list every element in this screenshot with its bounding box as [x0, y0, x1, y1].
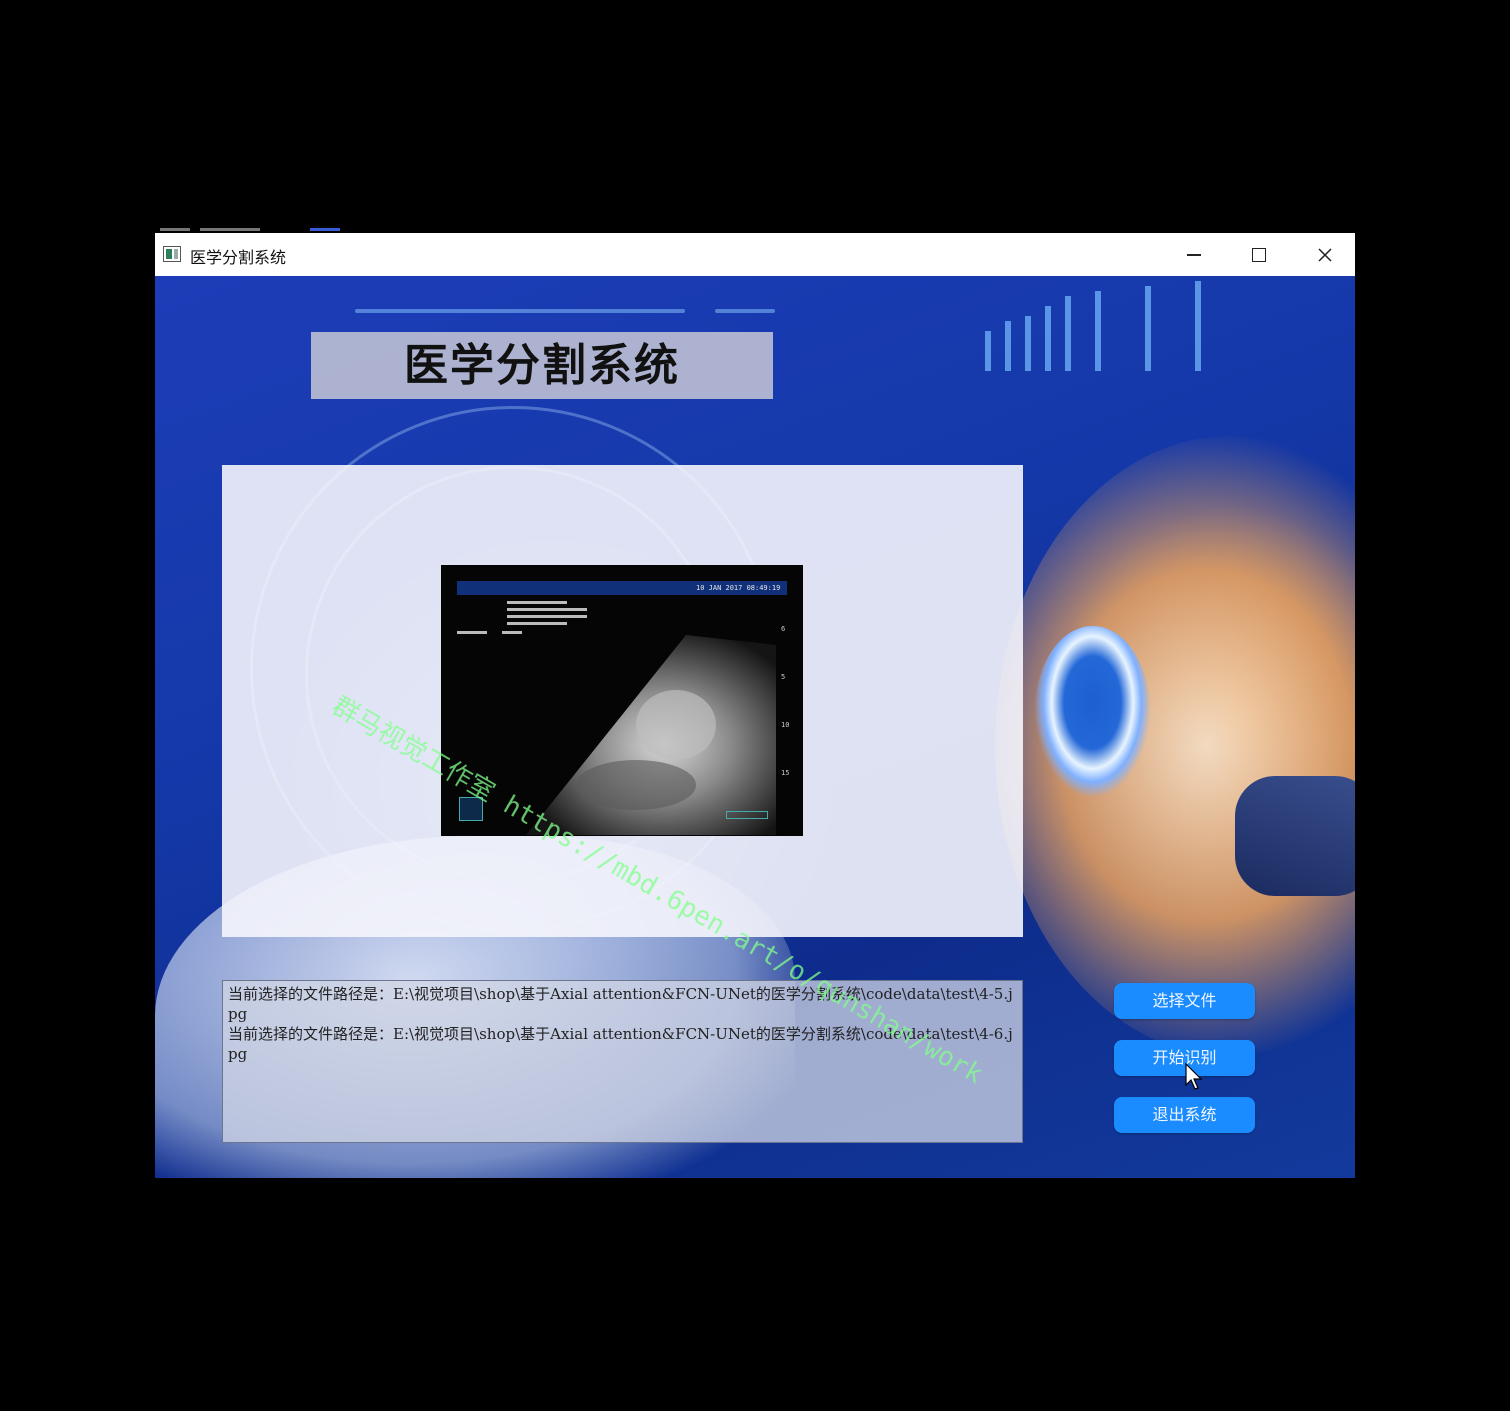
app-icon	[163, 246, 181, 262]
mouse-cursor-icon	[1185, 1063, 1203, 1090]
select-file-button[interactable]: 选择文件	[1114, 983, 1255, 1019]
top-strip	[160, 226, 360, 233]
title-bar: 医学分割系统	[155, 233, 1355, 276]
page-title: 医学分割系统	[404, 340, 680, 391]
ultrasound-timestamp: 10 JAN 2017 08:49:19	[696, 584, 781, 592]
maximize-icon[interactable]	[1227, 233, 1291, 276]
ultrasound-fan	[526, 635, 776, 835]
app-window: 医学分割系统 医学分割系统 10 JAN 2017 08:49:19 6 5 1…	[155, 233, 1355, 1178]
patient-graphic	[1235, 776, 1355, 896]
title-plate: 医学分割系统	[311, 332, 773, 399]
log-output[interactable]: 当前选择的文件路径是：E:\视觉项目\shop\基于Axial attentio…	[222, 980, 1023, 1143]
window-title: 医学分割系统	[190, 248, 287, 267]
exit-system-button[interactable]: 退出系统	[1114, 1097, 1255, 1133]
minimize-icon[interactable]	[1162, 233, 1226, 276]
brain-scan-graphic	[1035, 626, 1150, 796]
close-icon[interactable]	[1293, 233, 1355, 276]
main-area: 医学分割系统 10 JAN 2017 08:49:19 6 5 10 15 当前…	[155, 276, 1355, 1178]
